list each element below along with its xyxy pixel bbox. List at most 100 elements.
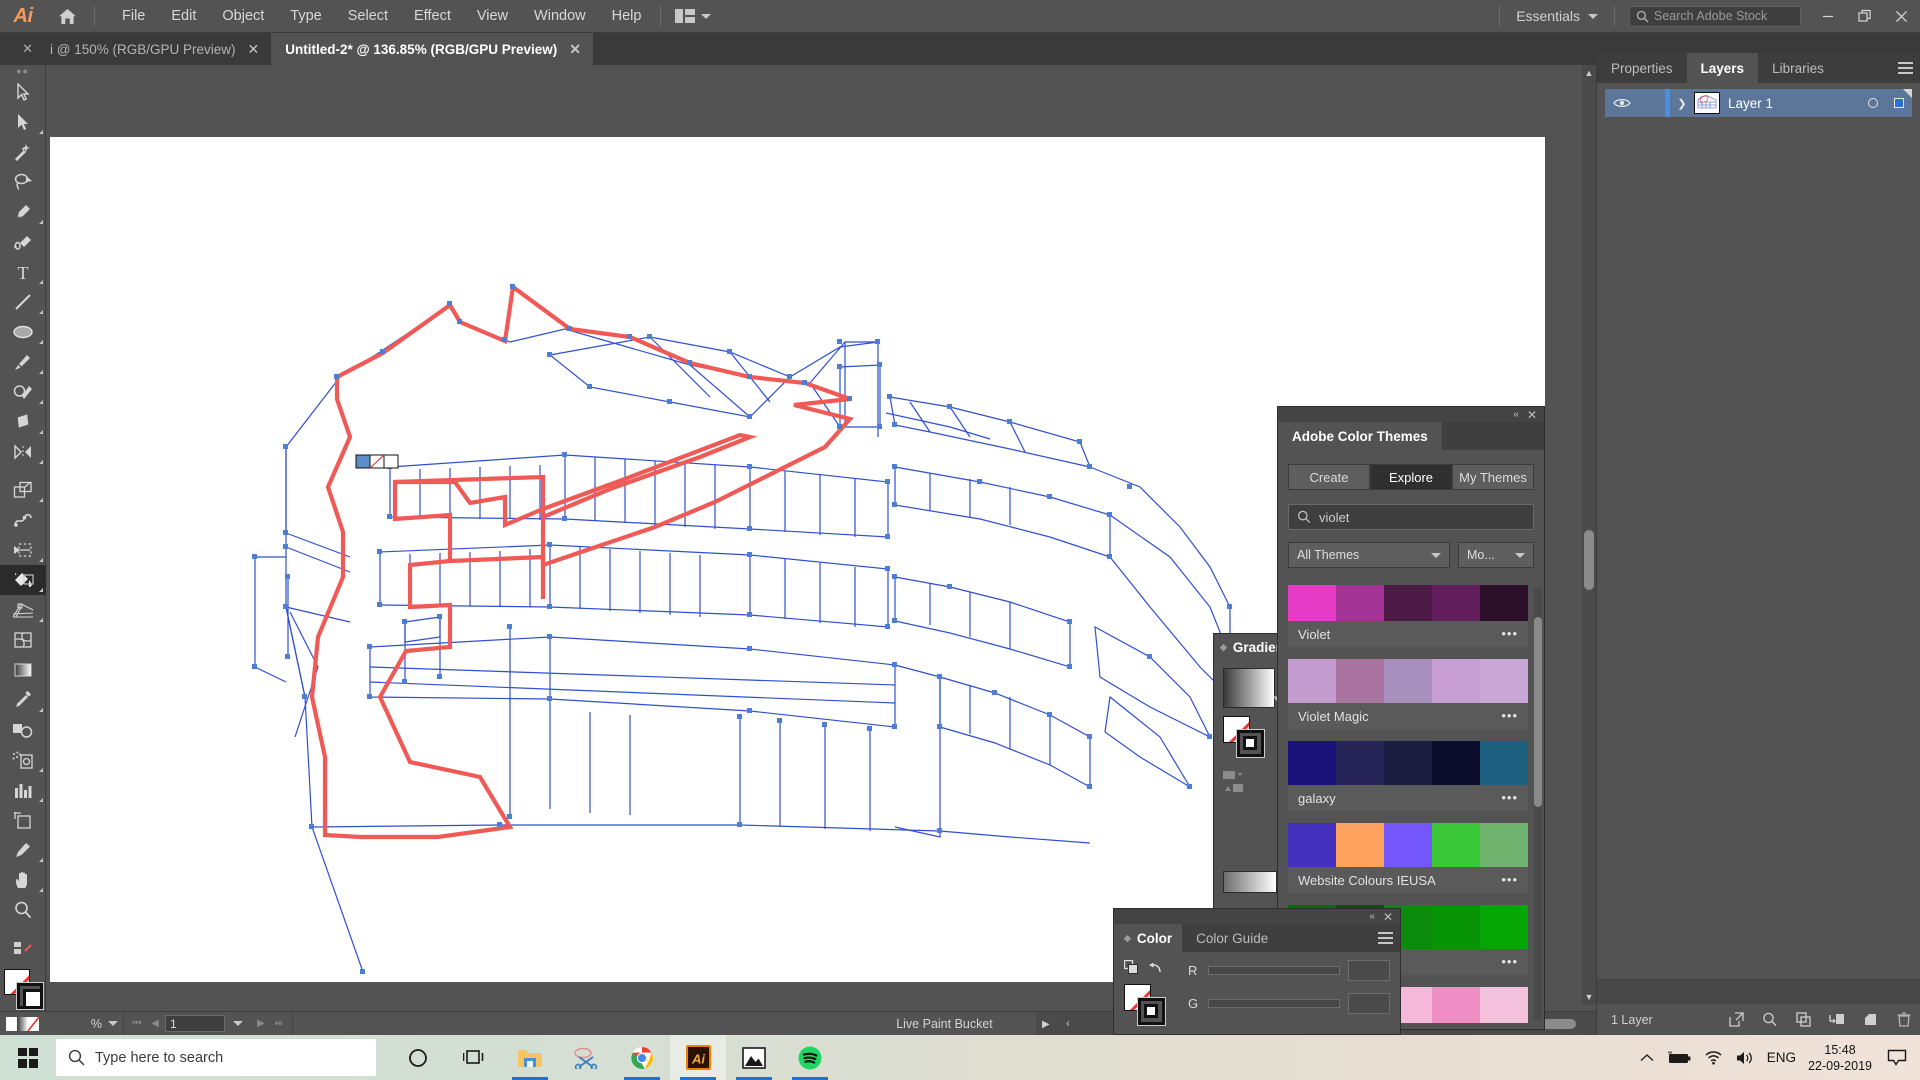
stroke-swatch[interactable]	[17, 983, 43, 1009]
artboard-navigation[interactable]: ⏮ ◀ 1 ▶ ⏯	[124, 1012, 293, 1036]
theme-swatch[interactable]	[1384, 585, 1432, 621]
perspective-grid-tool[interactable]	[0, 595, 46, 625]
channel-value-field[interactable]	[1348, 960, 1390, 981]
theme-menu-icon[interactable]: •••	[1501, 957, 1518, 967]
filter-sort[interactable]: Mo...	[1458, 542, 1534, 568]
channel-slider[interactable]	[1208, 966, 1340, 975]
theme-card[interactable]: galaxy •••	[1288, 741, 1528, 811]
layers-list[interactable]: ❯ Layer 1	[1597, 83, 1920, 979]
layer-target-icon[interactable]	[1860, 98, 1886, 108]
gradient-slider[interactable]	[1223, 871, 1277, 893]
color-panel[interactable]: « ✕ ◆ Color Color Guide	[1113, 908, 1401, 1035]
clock[interactable]: 15:48 22-09-2019	[1808, 1042, 1872, 1074]
puppet-warp-tool[interactable]	[0, 505, 46, 535]
hand-tool[interactable]	[0, 865, 46, 895]
edit-toolbar-button[interactable]	[0, 933, 46, 963]
gradient-preview[interactable]	[1223, 668, 1275, 708]
direct-selection-tool[interactable]	[0, 107, 46, 137]
menu-help[interactable]: Help	[599, 4, 655, 28]
tab-layers[interactable]: Layers	[1687, 53, 1759, 83]
menu-object[interactable]: Object	[209, 4, 277, 28]
language-indicator[interactable]: ENG	[1767, 1050, 1796, 1065]
notification-icon[interactable]	[1884, 1049, 1910, 1066]
collapse-icon[interactable]: «	[1369, 912, 1375, 922]
restore-button[interactable]	[1846, 0, 1883, 33]
taskbar-search-input[interactable]: Type here to search	[56, 1039, 376, 1076]
gradient-panel[interactable]: ◆ Gradien ▼	[1213, 633, 1285, 920]
symbol-sprayer-tool[interactable]	[0, 745, 46, 775]
theme-menu-icon[interactable]: •••	[1501, 793, 1518, 803]
channel-value-field[interactable]	[1348, 993, 1390, 1014]
chevron-down-icon[interactable]	[233, 1021, 243, 1026]
themes-scrollbar[interactable]	[1534, 587, 1542, 1021]
width-tool[interactable]	[0, 437, 46, 467]
panel-menu-icon[interactable]	[1890, 53, 1920, 83]
column-graph-tool[interactable]	[0, 775, 46, 805]
last-artboard-icon[interactable]: ⏯	[271, 1018, 287, 1029]
first-artboard-icon[interactable]: ⏮	[129, 1018, 145, 1029]
tab-properties[interactable]: Properties	[1597, 53, 1687, 83]
revert-color-icon[interactable]	[1148, 960, 1163, 980]
chevron-right-icon[interactable]: ❯	[1670, 97, 1694, 110]
theme-swatch[interactable]	[1480, 905, 1528, 949]
lasso-tool[interactable]	[0, 167, 46, 197]
task-view-icon[interactable]	[446, 1035, 502, 1080]
theme-swatch[interactable]	[1480, 585, 1528, 621]
theme-swatch[interactable]	[1336, 659, 1384, 703]
theme-swatches[interactable]	[1288, 741, 1528, 785]
theme-swatch[interactable]	[1480, 659, 1528, 703]
search-input[interactable]: Search Adobe Stock	[1629, 6, 1801, 27]
type-tool[interactable]: T	[0, 257, 46, 287]
color-panel-swatches[interactable]	[1124, 984, 1170, 1024]
gradient-reverse-buttons[interactable]	[1223, 783, 1275, 793]
workspace-switcher[interactable]: Essentials	[1506, 8, 1608, 24]
menu-edit[interactable]: Edit	[158, 4, 209, 28]
scroll-down-icon[interactable]: ▼	[1582, 989, 1596, 1005]
zoom-level-control[interactable]: %	[46, 1012, 124, 1036]
live-paint-bucket-tool[interactable]	[0, 565, 46, 595]
theme-swatch[interactable]	[1288, 585, 1336, 621]
swap-fill-stroke-icon[interactable]	[1124, 960, 1139, 980]
menu-select[interactable]: Select	[335, 4, 401, 28]
minimize-button[interactable]	[1809, 0, 1846, 33]
arrange-documents-icon[interactable]	[667, 9, 719, 23]
curvature-tool[interactable]	[0, 227, 46, 257]
channel-slider[interactable]	[1208, 999, 1340, 1008]
eye-icon[interactable]	[1605, 97, 1639, 109]
menu-view[interactable]: View	[464, 4, 521, 28]
theme-swatch[interactable]	[1480, 741, 1528, 785]
make-sublayer-icon[interactable]	[1787, 1012, 1821, 1027]
theme-card[interactable]: Violet Magic •••	[1288, 659, 1528, 729]
color-stroke-swatch[interactable]	[1138, 998, 1165, 1025]
tab-libraries[interactable]: Libraries	[1758, 53, 1838, 83]
shape-builder-tool[interactable]	[0, 535, 46, 565]
google-chrome-icon[interactable]	[614, 1035, 670, 1080]
theme-swatches[interactable]	[1288, 823, 1528, 867]
mesh-tool[interactable]	[0, 625, 46, 655]
theme-swatch[interactable]	[1480, 987, 1528, 1023]
tab-color-guide[interactable]: Color Guide	[1182, 924, 1282, 952]
segment-explore[interactable]: Explore	[1370, 464, 1452, 490]
canvas-vertical-scrollbar[interactable]: ▲ ▼	[1582, 65, 1596, 1005]
snipping-tool-icon[interactable]	[558, 1035, 614, 1080]
theme-swatch[interactable]	[1288, 741, 1336, 785]
theme-swatch[interactable]	[1384, 659, 1432, 703]
theme-swatch[interactable]	[1480, 823, 1528, 867]
vertical-scroll-thumb[interactable]	[1584, 530, 1594, 590]
artboard-number-field[interactable]: 1	[165, 1015, 225, 1032]
cortana-icon[interactable]	[390, 1035, 446, 1080]
status-expand-icon[interactable]: ▶	[1042, 1019, 1050, 1030]
theme-card[interactable]: Violet •••	[1288, 585, 1528, 647]
gradient-tool[interactable]	[0, 655, 46, 685]
release-to-layers-icon[interactable]	[1820, 1012, 1854, 1027]
spotify-icon[interactable]	[782, 1035, 838, 1080]
segment-my-themes[interactable]: My Themes	[1452, 464, 1534, 490]
gradient-stroke-swatch[interactable]	[1237, 730, 1264, 757]
delete-layer-icon[interactable]	[1887, 1012, 1920, 1027]
locate-object-icon[interactable]	[1720, 1012, 1754, 1027]
theme-swatch[interactable]	[1288, 823, 1336, 867]
selection-tool[interactable]	[0, 77, 46, 107]
color-themes-title-bar[interactable]: « ✕	[1278, 407, 1544, 422]
theme-swatches[interactable]	[1288, 585, 1528, 621]
document-tab-1[interactable]: i @ 150% (RGB/GPU Preview) ✕	[36, 33, 271, 65]
